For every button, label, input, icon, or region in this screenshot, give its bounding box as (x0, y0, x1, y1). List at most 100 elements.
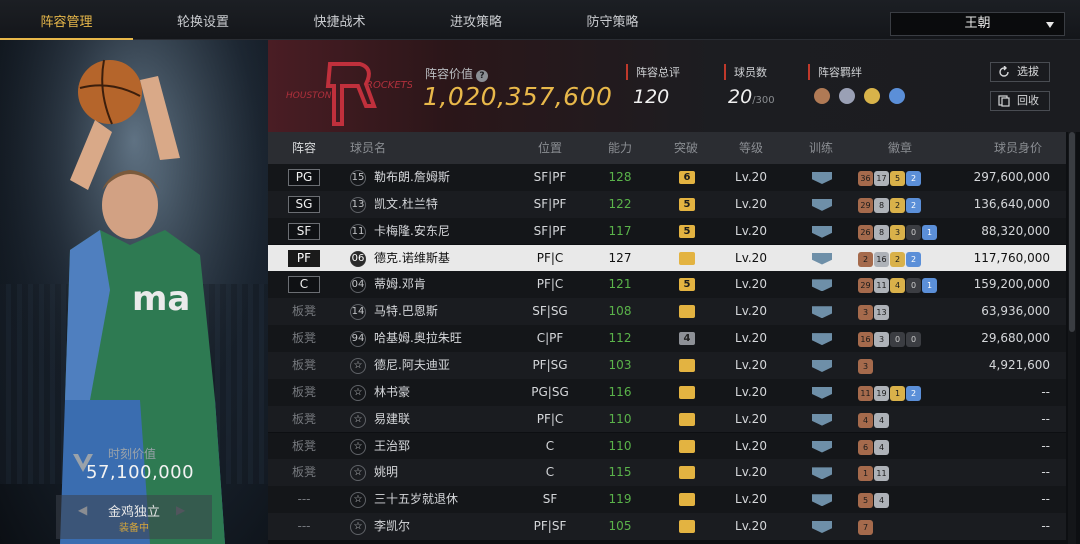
badge-list[interactable]: 29 8 2 2 (858, 197, 922, 213)
table-row[interactable]: 板凳 ☆ 王治郅 C 110 Lv.20 6 4 -- (268, 432, 1066, 460)
badge-list[interactable]: 44 (858, 412, 890, 428)
training-shield-icon[interactable] (812, 333, 832, 346)
breakthrough-icon[interactable] (679, 251, 695, 265)
breakthrough-icon[interactable] (679, 412, 695, 426)
col-training[interactable]: 训练 (791, 132, 851, 164)
col-position[interactable]: 位置 (518, 132, 582, 164)
recycle-button[interactable]: 回收 (990, 91, 1050, 111)
badge-list[interactable]: 1 11 (858, 465, 890, 482)
bond-bronze-icon[interactable] (814, 88, 830, 104)
breakthrough-icon[interactable]: 5 (679, 278, 695, 292)
lineup-slot: --- (297, 492, 311, 507)
badge-list[interactable]: 54 (858, 492, 890, 509)
training-shield-icon[interactable] (812, 225, 832, 238)
table-row[interactable]: --- ☆ 李凯尔 PF|SF 105 Lv.20 7 -- (268, 513, 1066, 540)
player-level: Lv.20 (735, 465, 767, 480)
training-shield-icon[interactable] (812, 198, 832, 211)
roster-table: 阵容 球员名 位置 能力 突破 等级 训练 徽章 球员身价 PG 15 勒布朗.詹姆… (268, 132, 1066, 544)
training-shield-icon[interactable] (812, 252, 832, 265)
badge-list[interactable]: 2 16 2 2 (858, 251, 922, 267)
col-breakthrough[interactable]: 突破 (656, 132, 716, 164)
table-row[interactable]: C 04 蒂姆.邓肯 PF|C 121 5 Lv.20 29 11 4 0 1 159,200,000 (268, 271, 1066, 299)
breakthrough-icon[interactable]: 6 (679, 171, 695, 184)
badge-list[interactable]: 29 11 4 0 1 (858, 277, 938, 294)
breakthrough-icon[interactable] (679, 439, 695, 453)
col-player-name[interactable]: 球员名 (348, 132, 388, 164)
badge-list[interactable]: 3 13 (858, 304, 890, 321)
bond-silver-icon[interactable] (839, 88, 856, 104)
breakthrough-icon[interactable] (679, 520, 695, 534)
table-row[interactable]: 板凳 ☆ 易建联 PF|C 110 Lv.20 4 4 -- (268, 405, 1066, 433)
badge-list[interactable]: 3 (858, 358, 874, 374)
badge-list[interactable]: 16 3 0 0 (858, 331, 922, 348)
top-nav: 阵容管理 轮换设置 快捷战术 进攻策略 防守策略 王朝 (0, 0, 1080, 40)
badge-list[interactable]: 36 17 5 2 (858, 170, 922, 186)
table-row[interactable]: 板凳 ☆ 姚明 C 115 Lv.20 1 11 -- (268, 459, 1066, 487)
table-scrollbar[interactable] (1068, 132, 1076, 544)
jersey-number: 06 (350, 250, 366, 267)
player-name: 林书豪 (374, 384, 411, 399)
training-shield-icon[interactable] (812, 172, 832, 184)
training-shield-icon[interactable] (812, 306, 832, 319)
tab-quick-tactics[interactable]: 快捷战术 (273, 0, 406, 40)
col-player-value[interactable]: 球员身价 (978, 132, 1058, 164)
breakthrough-icon[interactable] (679, 466, 695, 480)
col-level[interactable]: 等级 (721, 132, 781, 164)
breakthrough-icon[interactable]: 5 (679, 224, 695, 238)
table-row[interactable]: PG 15 勒布朗.詹姆斯 SF|PF 128 6 Lv.20 36 17 5 2 297,600,0… (268, 164, 1066, 191)
tab-defense-strategy[interactable]: 防守策略 (546, 0, 679, 40)
breakthrough-icon[interactable]: 4 (679, 332, 695, 346)
badge-icon: 1 (890, 385, 905, 401)
tab-offense-strategy[interactable]: 进攻策略 (406, 0, 546, 40)
bond-gold-icon[interactable] (864, 88, 881, 104)
badge-list[interactable]: 11 19 1 2 (858, 385, 922, 401)
tab-lineup[interactable]: 阵容管理 (0, 0, 133, 40)
team-dropdown[interactable]: 王朝 (890, 12, 1065, 36)
player-value: 29,680,000 (981, 331, 1050, 346)
tab-rotation[interactable]: 轮换设置 (133, 0, 273, 40)
training-shield-icon[interactable] (812, 279, 832, 292)
breakthrough-icon[interactable]: 5 (679, 197, 695, 211)
select-button[interactable]: 选拔 (990, 62, 1050, 82)
player-type-icon: ☆ (350, 411, 366, 428)
help-icon[interactable]: ? (476, 70, 489, 82)
breakthrough-icon[interactable] (679, 305, 695, 319)
training-shield-icon[interactable] (812, 467, 832, 480)
breakthrough-icon[interactable] (679, 385, 695, 399)
player-position: SF|PF (533, 196, 567, 211)
table-row[interactable]: 板凳 94 哈基姆.奥拉朱旺 C|PF 112 4 Lv.20 16 3 0 0 29,680,000 (268, 325, 1066, 352)
breakthrough-icon[interactable] (679, 493, 695, 507)
training-shield-icon[interactable] (812, 440, 832, 453)
player-name: 卡梅隆.安东尼 (374, 223, 450, 238)
table-row[interactable]: SG 13 凯文.杜兰特 SF|PF 122 5 Lv.20 29 8 2 2 136,640,000 (268, 190, 1066, 218)
badge-list[interactable]: 7 (858, 519, 874, 536)
badge-list[interactable]: 26 8 3 0 1 (858, 224, 938, 240)
badge-icon: 1 (858, 466, 873, 482)
badge-icon: 3 (890, 224, 905, 240)
player-position: SF|SG (532, 304, 568, 319)
equipped-skill[interactable]: 金鸡独立 装备中 (56, 495, 212, 539)
badge-list[interactable]: 64 (858, 439, 890, 455)
table-row[interactable]: --- ☆ 三十五岁就退休 SF 119 Lv.20 5 4 -- (268, 486, 1066, 513)
training-shield-icon[interactable] (812, 359, 832, 372)
player-value: -- (1041, 384, 1050, 399)
table-row[interactable]: 板凳 ☆ 德尼.阿夫迪亚 PF|SG 103 Lv.20 3 4,921,600 (268, 351, 1066, 379)
training-shield-icon[interactable] (812, 494, 832, 507)
col-badges[interactable]: 徽章 (870, 132, 930, 164)
col-ability[interactable]: 能力 (588, 132, 652, 164)
table-row[interactable]: PF 06 德克.诺维斯基 PF|C 127 Lv.20 2 16 2 2 117,760,000 (268, 244, 1066, 272)
table-row[interactable]: SF 11 卡梅隆.安东尼 SF|PF 117 5 Lv.20 26 8 3 0 1 88,320,00… (268, 217, 1066, 245)
breakthrough-icon[interactable] (679, 358, 695, 372)
player-ability: 112 (608, 331, 632, 346)
col-lineup[interactable]: 阵容 (276, 132, 332, 164)
badge-icon: 0 (890, 332, 905, 348)
table-row[interactable]: 板凳 14 马特.巴恩斯 SF|SG 108 Lv.20 3 13 63,936,000 (268, 298, 1066, 326)
player-ability: 108 (608, 304, 632, 319)
training-shield-icon[interactable] (812, 413, 832, 426)
table-row[interactable]: 板凳 ☆ 林书豪 PG|SG 116 Lv.20 11 19 1 2 -- (268, 378, 1066, 406)
scrollbar-thumb[interactable] (1069, 132, 1075, 332)
training-shield-icon[interactable] (812, 521, 832, 534)
player-position: PF|C (536, 250, 564, 265)
training-shield-icon[interactable] (812, 386, 832, 399)
bond-blue-icon[interactable] (889, 88, 906, 104)
